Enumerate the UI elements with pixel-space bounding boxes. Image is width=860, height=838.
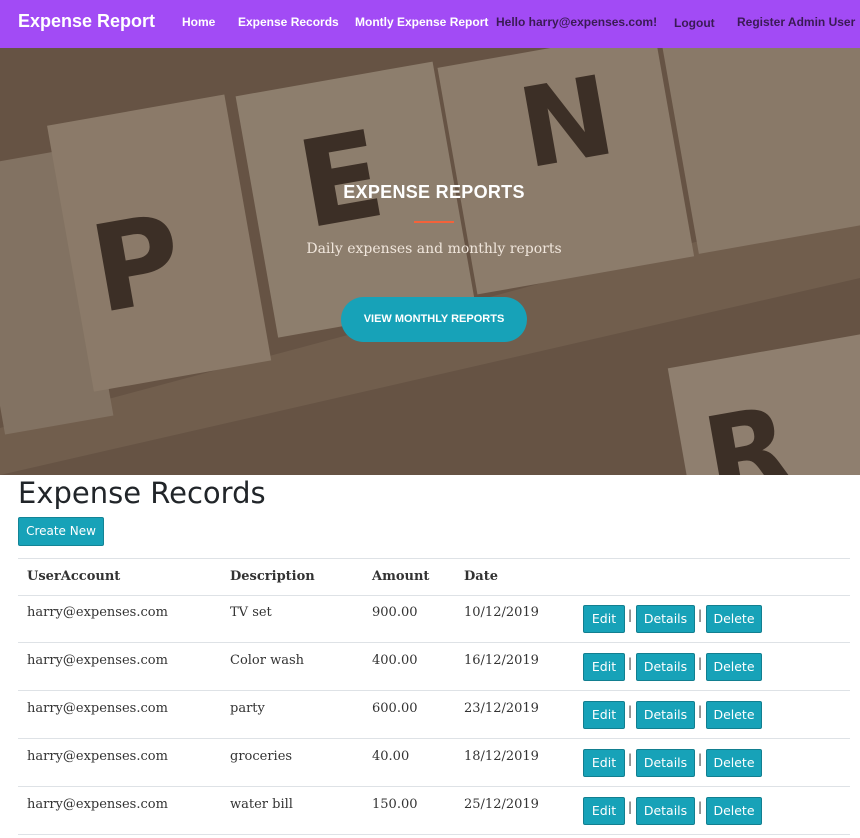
header-amount: Amount <box>372 569 430 584</box>
details-button[interactable]: Details <box>636 653 695 681</box>
row-border <box>18 834 850 835</box>
register-admin-link[interactable]: Register Admin User <box>737 15 855 29</box>
action-separator: | <box>698 656 703 670</box>
cell-user: harry@expenses.com <box>27 797 168 812</box>
cell-description: water bill <box>230 797 293 812</box>
action-separator: | <box>628 608 633 622</box>
action-separator: | <box>698 752 703 766</box>
cell-date: 25/12/2019 <box>464 797 539 812</box>
table-row: harry@expenses.com Color wash 400.00 16/… <box>18 643 850 691</box>
delete-button[interactable]: Delete <box>706 605 762 633</box>
create-new-button[interactable]: Create New <box>18 517 104 546</box>
cell-amount: 900.00 <box>372 605 418 620</box>
details-button[interactable]: Details <box>636 701 695 729</box>
cell-user: harry@expenses.com <box>27 605 168 620</box>
cell-description: groceries <box>230 749 293 764</box>
user-greeting-link[interactable]: Hello harry@expenses.com! <box>496 15 657 29</box>
delete-button[interactable]: Delete <box>706 749 762 777</box>
header-date: Date <box>464 569 498 584</box>
hero-section: P E N R EXPENSE REPORTS Daily expenses a… <box>0 48 860 475</box>
page-title: Expense Records <box>18 476 266 510</box>
edit-button[interactable]: Edit <box>583 701 625 729</box>
nav-home-link[interactable]: Home <box>182 15 215 29</box>
hero-title: EXPENSE REPORTS <box>343 182 525 202</box>
cell-description: TV set <box>230 605 272 620</box>
cell-description: party <box>230 701 265 716</box>
delete-button[interactable]: Delete <box>706 653 762 681</box>
table-row: harry@expenses.com water bill 150.00 25/… <box>18 787 850 835</box>
logout-link[interactable]: Logout <box>674 16 715 30</box>
details-button[interactable]: Details <box>636 797 695 825</box>
cell-date: 23/12/2019 <box>464 701 539 716</box>
delete-button[interactable]: Delete <box>706 797 762 825</box>
cell-user: harry@expenses.com <box>27 749 168 764</box>
action-separator: | <box>698 608 703 622</box>
details-button[interactable]: Details <box>636 749 695 777</box>
cell-date: 18/12/2019 <box>464 749 539 764</box>
table-row: harry@expenses.com TV set 900.00 10/12/2… <box>18 595 850 643</box>
cell-date: 10/12/2019 <box>464 605 539 620</box>
action-separator: | <box>628 752 633 766</box>
cell-amount: 400.00 <box>372 653 418 668</box>
header-useraccount: UserAccount <box>27 569 121 584</box>
nav-monthly-report-link[interactable]: Montly Expense Report <box>355 15 488 29</box>
action-separator: | <box>628 800 633 814</box>
cell-amount: 600.00 <box>372 701 418 716</box>
table-row: harry@expenses.com party 600.00 23/12/20… <box>18 691 850 739</box>
edit-button[interactable]: Edit <box>583 653 625 681</box>
hero-overlay <box>0 48 860 475</box>
cell-description: Color wash <box>230 653 305 668</box>
hero-subtitle: Daily expenses and monthly reports <box>306 241 562 257</box>
top-navbar: Expense Report Home Expense Records Mont… <box>0 0 860 48</box>
edit-button[interactable]: Edit <box>583 749 625 777</box>
cell-date: 16/12/2019 <box>464 653 539 668</box>
table-top-border <box>18 558 850 559</box>
action-separator: | <box>628 704 633 718</box>
cell-amount: 40.00 <box>372 749 410 764</box>
action-separator: | <box>628 656 633 670</box>
brand-link[interactable]: Expense Report <box>18 11 155 32</box>
action-separator: | <box>698 800 703 814</box>
cell-amount: 150.00 <box>372 797 418 812</box>
edit-button[interactable]: Edit <box>583 605 625 633</box>
nav-expense-records-link[interactable]: Expense Records <box>238 15 339 29</box>
header-description: Description <box>230 569 315 584</box>
view-monthly-reports-button[interactable]: VIEW MONTHLY REPORTS <box>341 297 527 342</box>
edit-button[interactable]: Edit <box>583 797 625 825</box>
delete-button[interactable]: Delete <box>706 701 762 729</box>
hero-divider <box>414 221 454 223</box>
cell-user: harry@expenses.com <box>27 653 168 668</box>
action-separator: | <box>698 704 703 718</box>
table-row: harry@expenses.com groceries 40.00 18/12… <box>18 739 850 787</box>
details-button[interactable]: Details <box>636 605 695 633</box>
cell-user: harry@expenses.com <box>27 701 168 716</box>
